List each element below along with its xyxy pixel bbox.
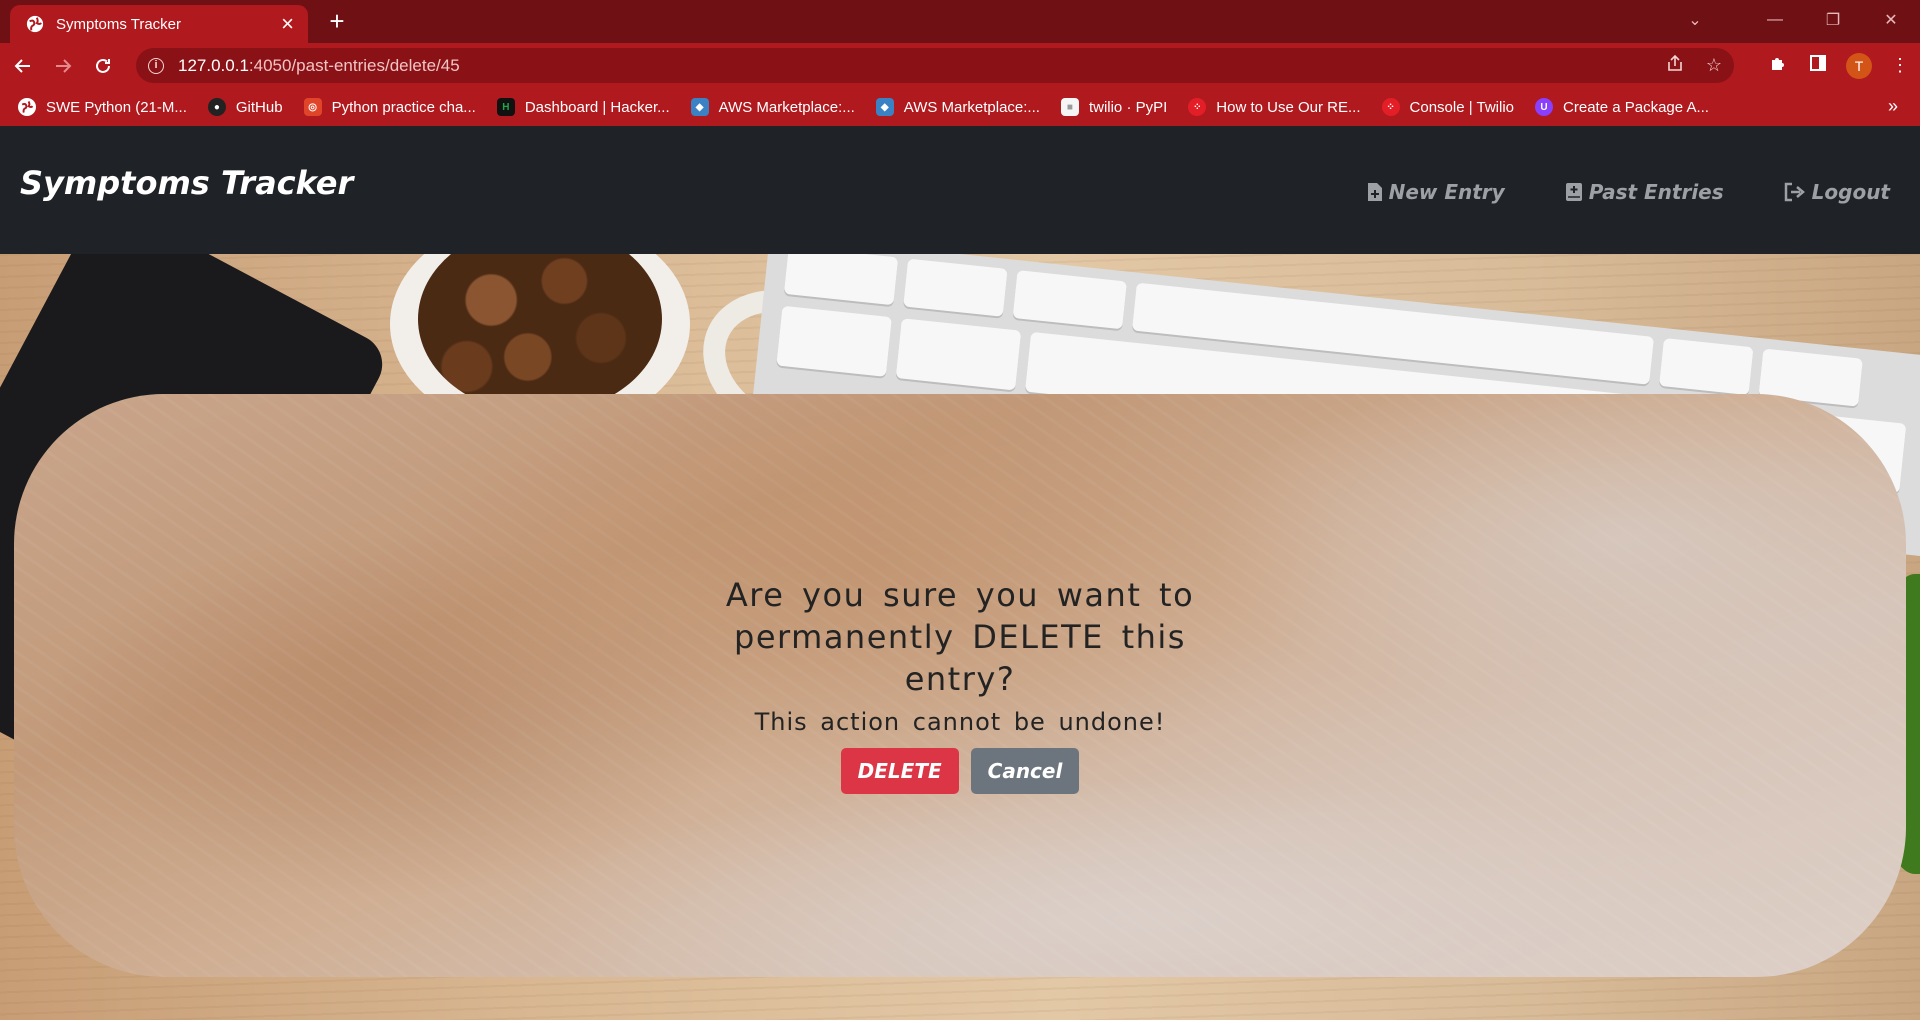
nav-logout[interactable]: Logout xyxy=(1784,180,1890,204)
aws-icon: ◆ xyxy=(690,98,709,116)
bookmark-label: GitHub xyxy=(235,98,283,116)
window-controls: ⌄ — ❐ ✕ xyxy=(1672,0,1920,40)
bookmark-item[interactable]: ⁘ Console | Twilio xyxy=(1381,98,1515,116)
keyboard-key xyxy=(903,258,1008,317)
nav-link-label: Logout xyxy=(1811,180,1890,204)
bookmark-label: AWS Marketplace:... xyxy=(718,98,855,116)
forward-icon[interactable] xyxy=(46,49,80,83)
delete-button[interactable]: DELETE xyxy=(840,748,959,794)
confirm-buttons: DELETE Cancel xyxy=(700,748,1220,794)
keyboard-key xyxy=(1659,338,1754,396)
globe-icon xyxy=(26,15,44,33)
logout-icon xyxy=(1784,182,1806,202)
bookmark-item[interactable]: SWE Python (21-M... xyxy=(18,98,187,116)
twilio-icon: ⁘ xyxy=(1188,98,1207,116)
confirm-warning: This action cannot be undone! xyxy=(754,708,1166,736)
bookmarks-overflow-icon[interactable]: » xyxy=(1888,96,1898,117)
brand-logo[interactable]: Symptoms Tracker xyxy=(20,164,353,202)
browser-toolbar: i 127.0.0.1:4050/past-entries/delete/45 … xyxy=(0,43,1920,88)
close-window-icon[interactable]: ✕ xyxy=(1862,0,1920,40)
bookmark-item[interactable]: ■ twilio · PyPI xyxy=(1060,98,1168,116)
nav-link-label: New Entry xyxy=(1388,180,1505,204)
site-info-icon[interactable]: i xyxy=(148,57,164,74)
back-icon[interactable] xyxy=(6,49,40,83)
reload-icon[interactable] xyxy=(86,49,120,83)
bookmark-label: SWE Python (21-M... xyxy=(46,98,187,116)
tab-search-icon[interactable]: ⌄ xyxy=(1672,0,1718,40)
package-icon: U xyxy=(1535,98,1554,116)
bookmarks-bar: SWE Python (21-M... ● GitHub ◎ Python pr… xyxy=(0,88,1920,126)
keyboard-key xyxy=(776,305,892,377)
side-panel-icon[interactable] xyxy=(1798,54,1838,77)
nav-links: New Entry Past Entries Logout xyxy=(1367,180,1920,204)
bookmark-label: Python practice cha... xyxy=(331,98,476,116)
url-host: 127.0.0.1 xyxy=(178,55,249,75)
bookmark-label: How to Use Our RE... xyxy=(1216,98,1361,116)
github-icon: ● xyxy=(207,98,226,116)
profile-avatar[interactable]: T xyxy=(1846,52,1872,79)
pypi-icon: ■ xyxy=(1060,98,1079,116)
restore-icon[interactable]: ❐ xyxy=(1804,0,1862,40)
book-icon xyxy=(1565,182,1583,202)
nav-link-label: Past Entries xyxy=(1588,180,1724,204)
hackerrank-icon: H xyxy=(496,98,515,116)
menu-kebab-icon[interactable]: ⋮ xyxy=(1880,55,1920,76)
bookmark-label: Dashboard | Hacker... xyxy=(524,98,670,116)
cancel-button[interactable]: Cancel xyxy=(970,748,1080,794)
keyboard-key xyxy=(783,254,899,306)
browser-tab-bar: Symptoms Tracker × + ⌄ — ❐ ✕ xyxy=(0,0,1920,43)
bookmark-label: Create a Package A... xyxy=(1563,98,1709,116)
file-plus-icon xyxy=(1367,182,1383,202)
twilio-icon: ⁘ xyxy=(1381,98,1400,116)
delete-confirm-dialog: Are you sure you want to permanently DEL… xyxy=(700,574,1220,794)
url-path: :4050/past-entries/delete/45 xyxy=(248,55,460,75)
keyboard-key xyxy=(1012,270,1127,330)
aws-icon: ◆ xyxy=(875,98,894,116)
bookmark-item[interactable]: ⁘ How to Use Our RE... xyxy=(1188,98,1361,116)
bookmark-item[interactable]: ◎ Python practice cha... xyxy=(303,98,476,116)
bookmark-item[interactable]: H Dashboard | Hacker... xyxy=(496,98,670,116)
bookmark-item[interactable]: ● GitHub xyxy=(207,98,283,116)
bookmark-label: AWS Marketplace:... xyxy=(903,98,1040,116)
tab-close-icon[interactable]: × xyxy=(281,13,294,35)
bookmark-label: twilio · PyPI xyxy=(1088,98,1168,116)
nav-past-entries[interactable]: Past Entries xyxy=(1565,180,1724,204)
bookmark-item[interactable]: U Create a Package A... xyxy=(1535,98,1709,116)
keyboard-key xyxy=(895,318,1022,391)
browser-tab[interactable]: Symptoms Tracker × xyxy=(10,5,308,43)
nav-new-entry[interactable]: New Entry xyxy=(1367,180,1505,204)
practice-icon: ◎ xyxy=(303,98,322,116)
bookmark-label: Console | Twilio xyxy=(1409,98,1515,116)
minimize-icon[interactable]: — xyxy=(1746,0,1804,40)
new-tab-button[interactable]: + xyxy=(322,6,352,36)
bookmark-item[interactable]: ◆ AWS Marketplace:... xyxy=(690,98,855,116)
url-text[interactable]: 127.0.0.1:4050/past-entries/delete/45 xyxy=(178,56,1644,76)
extensions-icon[interactable] xyxy=(1758,54,1798,77)
confirm-question: Are you sure you want to permanently DEL… xyxy=(725,576,1195,698)
toolbar-right: T ⋮ xyxy=(1758,43,1920,88)
tab-title: Symptoms Tracker xyxy=(56,15,182,33)
globe-icon xyxy=(18,98,36,116)
bookmark-item[interactable]: ◆ AWS Marketplace:... xyxy=(875,98,1040,116)
share-icon[interactable] xyxy=(1666,54,1684,77)
site-navbar: Symptoms Tracker New Entry Past Entries … xyxy=(0,126,1920,254)
bookmark-star-icon[interactable]: ☆ xyxy=(1706,55,1722,76)
address-bar[interactable]: i 127.0.0.1:4050/past-entries/delete/45 … xyxy=(136,48,1734,83)
